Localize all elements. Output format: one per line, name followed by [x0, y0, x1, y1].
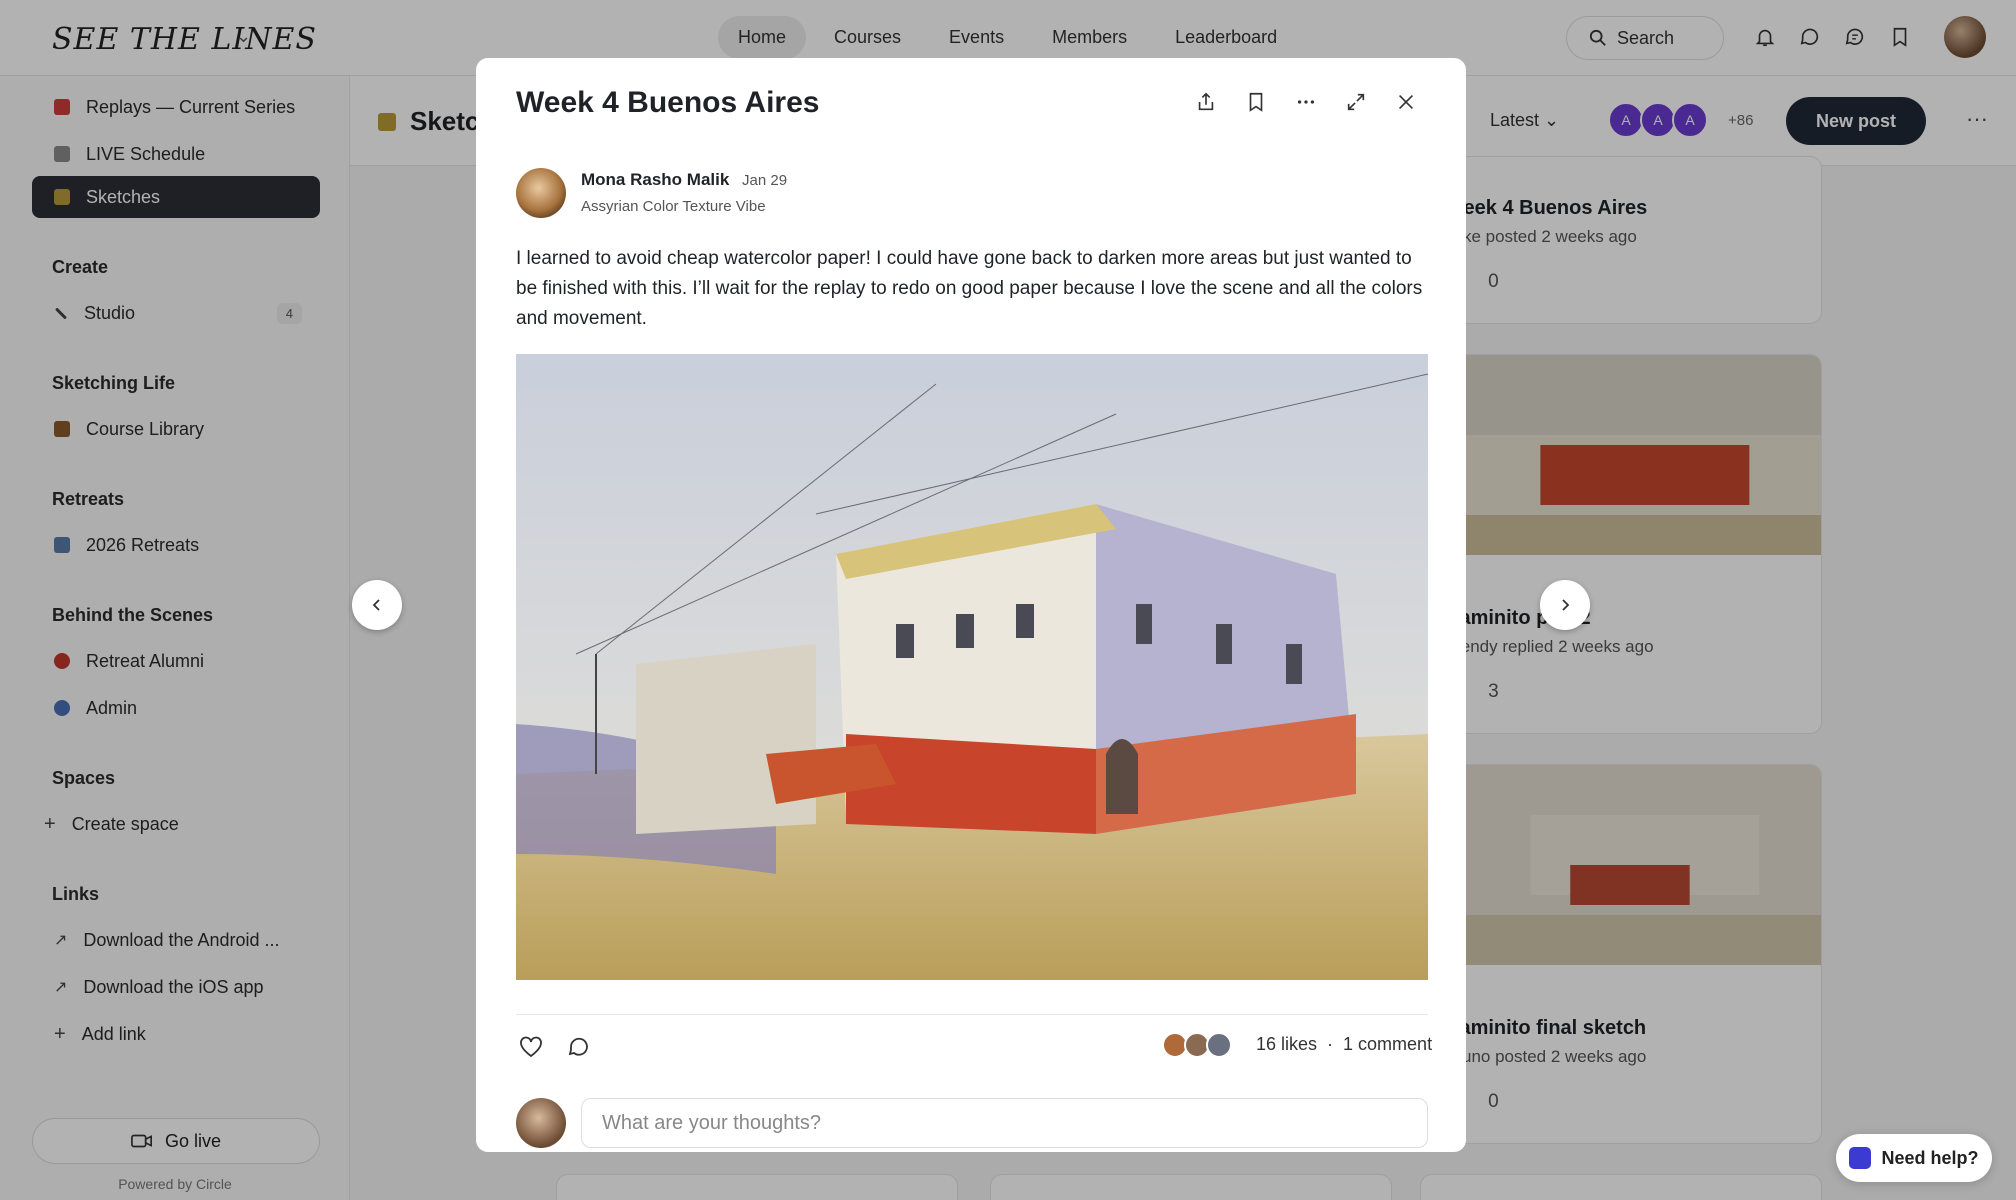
more-options-icon[interactable] — [1294, 90, 1318, 114]
likes-count[interactable]: 16 likes — [1256, 1034, 1317, 1055]
previous-post-button[interactable] — [352, 580, 402, 630]
likers-avatars[interactable] — [1162, 1032, 1232, 1058]
author-avatar[interactable] — [516, 168, 566, 218]
liker-avatar — [1206, 1032, 1232, 1058]
stats-separator: · — [1327, 1034, 1334, 1054]
help-chat-icon — [1849, 1147, 1872, 1169]
author-name[interactable]: Mona Rasho Malik — [581, 170, 729, 190]
expand-icon[interactable] — [1344, 90, 1368, 114]
comment-bubble-icon[interactable] — [564, 1032, 594, 1062]
post-title: Week 4 Buenos Aires — [516, 86, 820, 119]
comment-input[interactable] — [581, 1098, 1428, 1148]
need-help-button[interactable]: Need help? — [1836, 1134, 1992, 1182]
like-stats: 16 likes · 1 comment — [1256, 1034, 1432, 1055]
post-modal: Week 4 Buenos Aires Mona Rasho Malik Jan… — [476, 58, 1466, 1152]
need-help-label: Need help? — [1881, 1147, 1979, 1168]
chevron-left-icon — [372, 599, 380, 611]
reaction-row — [516, 1032, 594, 1062]
author-headline: Assyrian Color Texture Vibe — [581, 198, 766, 215]
comments-count[interactable]: 1 comment — [1343, 1034, 1432, 1055]
like-heart-icon[interactable] — [516, 1032, 546, 1062]
share-icon[interactable] — [1194, 90, 1218, 114]
modal-actions — [1194, 90, 1418, 114]
post-date: Jan 29 — [742, 172, 788, 189]
current-user-avatar — [516, 1098, 566, 1148]
next-post-button[interactable] — [1540, 580, 1590, 630]
chevron-right-icon — [1562, 599, 1570, 611]
post-body: I learned to avoid cheap watercolor pape… — [516, 248, 1423, 329]
post-image[interactable] — [516, 354, 1428, 980]
divider — [516, 1014, 1428, 1015]
close-icon[interactable] — [1394, 90, 1418, 114]
bookmark-icon[interactable] — [1244, 90, 1268, 114]
